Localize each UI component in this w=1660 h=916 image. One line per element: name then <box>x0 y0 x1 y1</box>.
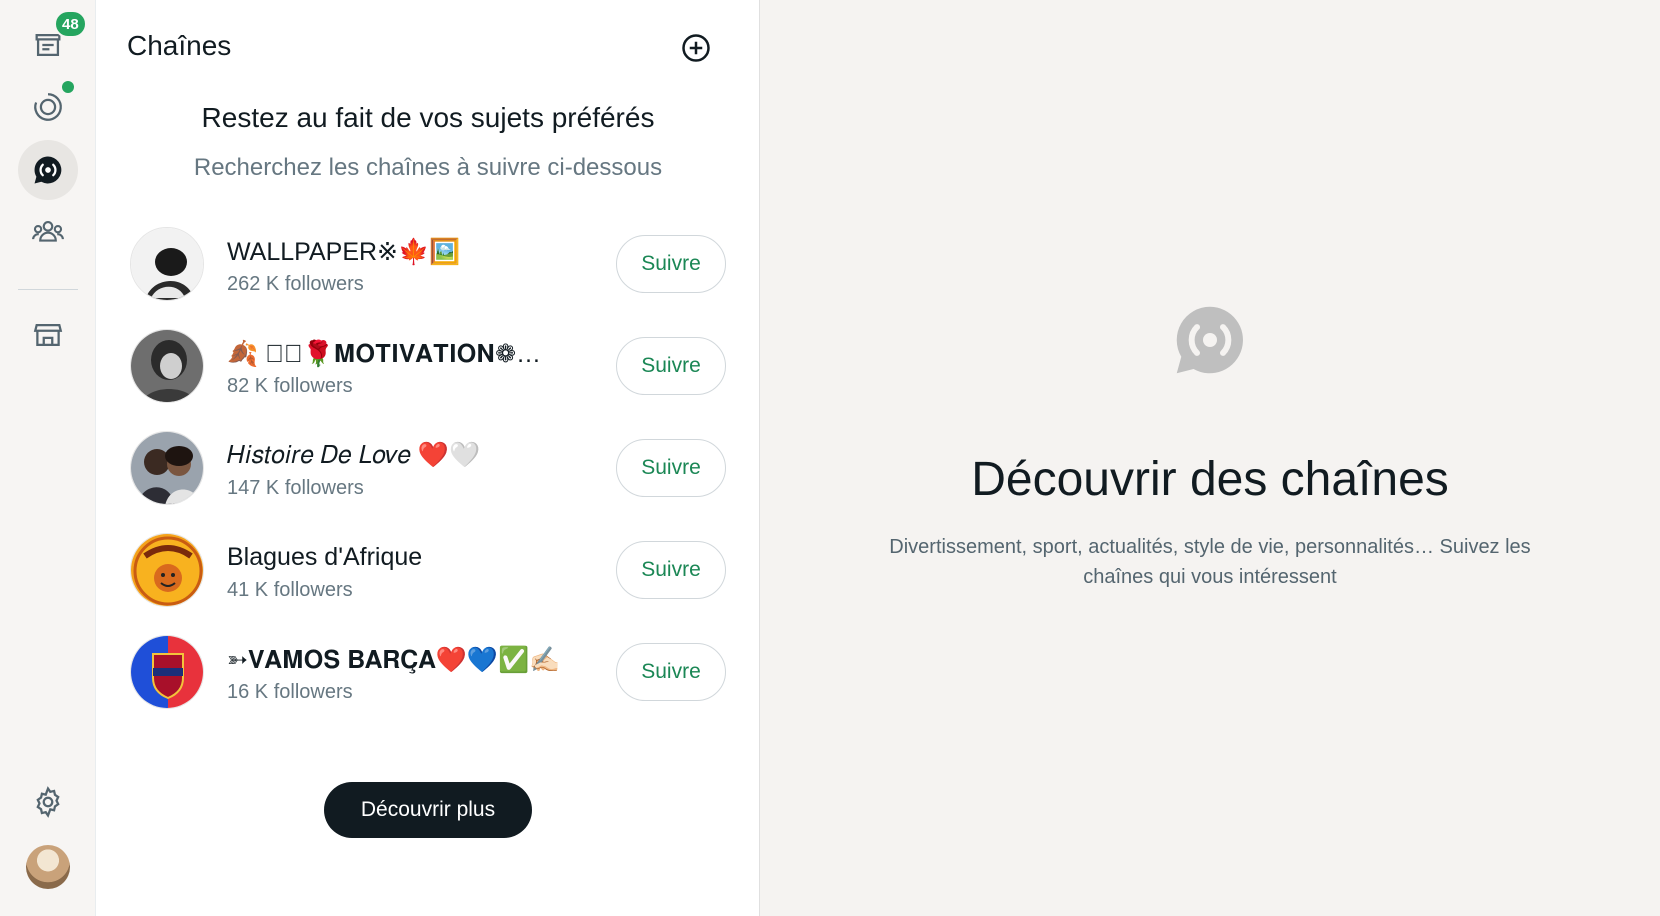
follow-button[interactable]: Suivre <box>616 337 726 395</box>
channel-name: ➳𝐕𝐀𝐌𝐎𝐒 𝐁𝐀𝐑𝐂̧𝐀❤️💙✅✍🏻 <box>227 646 561 674</box>
follow-button[interactable]: Suivre <box>616 643 726 701</box>
follow-button[interactable]: Suivre <box>616 439 726 497</box>
status-icon <box>34 93 62 121</box>
channel-followers: 16 K followers <box>227 681 353 703</box>
communities-button[interactable] <box>18 202 78 262</box>
intro-subtitle: Recherchez les chaînes à suivre ci-desso… <box>193 154 663 181</box>
communities-icon <box>32 221 64 242</box>
channel-item[interactable]: 🍂 ❀꙰🌹𝐌𝐎𝐓𝐈𝐕𝐀𝐓𝐈𝐎𝐍❁… 82 K followers Suivre <box>96 317 760 415</box>
unread-badge: 48 <box>54 10 87 38</box>
channel-name: 🍂 ❀꙰🌹𝐌𝐎𝐓𝐈𝐕𝐀𝐓𝐈𝐎𝐍❁… <box>227 340 542 368</box>
channel-avatar <box>130 329 204 403</box>
channel-item[interactable]: 𝐻𝑖𝑠𝑡𝑜𝑖𝑟𝑒 𝐷𝑒 𝐿𝑜𝑣𝑒 ❤️🤍 147 K followers Sui… <box>96 419 760 517</box>
channel-avatar <box>130 227 204 301</box>
channel-followers: 82 K followers <box>227 375 353 397</box>
channel-followers: 41 K followers <box>227 579 353 601</box>
channels-panel: Chaînes Restez au fait de vos sujets pré… <box>96 0 760 916</box>
nav-rail: 48 <box>0 0 96 916</box>
channel-item[interactable]: Blagues d'Afrique 41 K followers Suivre <box>96 521 760 619</box>
channel-followers: 147 K followers <box>227 477 364 499</box>
channel-avatar <box>130 431 204 505</box>
channels-icon <box>34 156 62 184</box>
panel-title: Chaînes <box>127 30 232 61</box>
status-dot <box>62 81 74 93</box>
channels-button[interactable] <box>18 140 78 200</box>
follow-button[interactable]: Suivre <box>616 235 726 293</box>
settings-button[interactable] <box>18 772 78 832</box>
follow-button[interactable]: Suivre <box>616 541 726 599</box>
channel-followers: 262 K followers <box>227 273 364 295</box>
intro-title: Restez au fait de vos sujets préférés <box>201 102 655 133</box>
channel-item[interactable]: WALLPAPER※🍁🖼️ 262 K followers Suivre <box>96 215 760 313</box>
channels-icon <box>1176 306 1243 374</box>
profile-avatar[interactable] <box>26 845 70 889</box>
channel-item[interactable]: ➳𝐕𝐀𝐌𝐎𝐒 𝐁𝐀𝐑𝐂̧𝐀❤️💙✅✍🏻 16 K followers Suivr… <box>96 623 760 721</box>
rail-divider <box>18 289 78 290</box>
channel-avatar <box>130 533 204 607</box>
store-icon <box>33 323 63 347</box>
channel-name: WALLPAPER※🍁🖼️ <box>227 238 461 266</box>
empty-state-title: Découvrir des chaînes <box>971 453 1449 506</box>
channel-avatar <box>130 635 204 709</box>
store-button[interactable] <box>18 305 78 365</box>
channel-name: Blagues d'Afrique <box>227 543 423 571</box>
new-channel-button[interactable] <box>678 30 714 66</box>
channels-empty-state: Découvrir des chaînes Divertissement, sp… <box>760 0 1660 916</box>
discover-more-button[interactable]: Découvrir plus <box>324 782 532 838</box>
plus-circle-icon <box>682 34 710 62</box>
channel-name: 𝐻𝑖𝑠𝑡𝑜𝑖𝑟𝑒 𝐷𝑒 𝐿𝑜𝑣𝑒 ❤️🤍 <box>227 441 481 469</box>
settings-icon <box>36 786 60 818</box>
empty-state-subtitle: Divertissement, sport, actualités, style… <box>889 536 1531 588</box>
